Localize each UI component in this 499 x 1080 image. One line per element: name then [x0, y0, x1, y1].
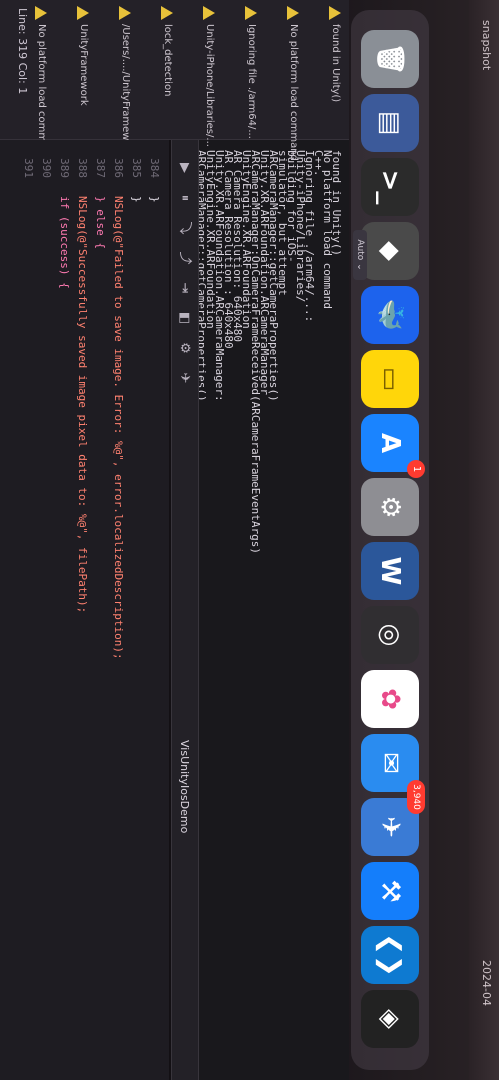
- warning-icon: [35, 6, 47, 20]
- code-line[interactable]: 386 NSLog(@"Failed to save image. Error:…: [109, 140, 125, 1080]
- line-number: 386: [112, 158, 125, 178]
- code-line[interactable]: 385 }: [127, 140, 143, 1080]
- warning-icon: [77, 6, 89, 20]
- warning-icon: [245, 6, 257, 20]
- warning-message[interactable]: Ignoring file ./arm64/...: [246, 24, 257, 139]
- line-number: 389: [58, 158, 71, 178]
- line-number: 384: [148, 158, 161, 178]
- warning-message[interactable]: found in Unity(): [330, 24, 341, 102]
- code-line[interactable]: 390: [37, 140, 53, 1080]
- unity-icon[interactable]: ◆: [361, 222, 419, 280]
- debug-control-icon[interactable]: ⇥: [176, 280, 192, 296]
- dock: 🗑 ▤ >_ ◆ 🐳 ▭ A ⚙ W ◎ ✿ ✉ ✈ ⚒ ❮❯ ◈ 1 3,940: [349, 10, 469, 1070]
- desktop-wallpaper-strip: snapshot 2024-04: [469, 0, 499, 1080]
- debug-toolbar: VisUnityIosDemo ▶ ⏸ ⤵ ⤴ ⇥ ◧ ⚙ ✈: [171, 140, 199, 1080]
- settings-icon[interactable]: ⚙: [361, 478, 419, 536]
- photos-icon[interactable]: ✿: [361, 670, 419, 728]
- debug-control-icon[interactable]: ◧: [176, 310, 192, 326]
- warning-message[interactable]: Unity-iPhone/Libraries/...: [204, 24, 215, 147]
- code-line[interactable]: 388 NSLog(@"Successfully saved image pix…: [73, 140, 89, 1080]
- code-line[interactable]: 387 } else {: [91, 140, 107, 1080]
- notification-badge: 3,940: [407, 780, 425, 814]
- code-editor[interactable]: 384} 385 } 386 NSLog(@"Failed to save imag…: [0, 140, 169, 1080]
- word-icon[interactable]: W: [361, 542, 419, 600]
- debug-console: found in Unity() No platform load command…: [195, 0, 349, 1080]
- debug-target-label[interactable]: VisUnityIosDemo: [178, 740, 191, 833]
- warning-message[interactable]: lock_detection: [162, 24, 173, 96]
- notification-badge: 1: [407, 460, 425, 478]
- wallpaper-label: 2024-04: [480, 960, 493, 1006]
- issue-navigator: found in Unity() No platform load command…: [0, 0, 349, 161]
- line-number: 385: [130, 158, 143, 178]
- line-number: 387: [94, 158, 107, 178]
- warning-icon: [287, 6, 299, 20]
- obs-icon[interactable]: ◎: [361, 606, 419, 664]
- debug-control-icon[interactable]: ⤴: [176, 250, 192, 266]
- terminal-icon[interactable]: >_: [361, 158, 419, 216]
- code-text: }: [148, 196, 161, 203]
- warning-message[interactable]: No platform load command: [288, 24, 299, 161]
- debug-control-icon[interactable]: ▶: [176, 160, 192, 176]
- warning-icon: [203, 6, 215, 20]
- preview-icon[interactable]: ▤: [361, 94, 419, 152]
- warning-message[interactable]: UnityFramework: [78, 24, 89, 106]
- cursor-position: Line: 319 Col: 1: [16, 8, 29, 95]
- code-text: if (success) {: [58, 196, 71, 289]
- unity-app-icon[interactable]: ◈: [361, 990, 419, 1048]
- code-line[interactable]: 389 if (success) {: [55, 140, 71, 1080]
- rotated-desktop: snapshot 2024-04 🗑 ▤ >_ ◆ 🐳 ▭ A ⚙ W ◎ ✿ ✉ ✈ ⚒ ❮❯ ◈ 1 3,94…: [0, 0, 499, 1080]
- code-line[interactable]: 384}: [145, 140, 161, 1080]
- line-number: 390: [40, 158, 53, 178]
- warning-icon: [161, 6, 173, 20]
- code-text: }: [130, 196, 143, 203]
- scheme-status-tab[interactable]: Auto ⌄: [353, 230, 367, 280]
- code-text: NSLog(@"Failed to save image. Error: %@"…: [112, 196, 125, 660]
- debug-control-icon[interactable]: ⏸: [176, 190, 192, 206]
- debug-control-icon[interactable]: ✈: [176, 370, 192, 386]
- trash-icon[interactable]: 🗑: [361, 30, 419, 88]
- debug-control-icon[interactable]: ⚙: [176, 340, 192, 356]
- code-text: NSLog(@"Successfully saved image pixel d…: [76, 196, 89, 614]
- xcode-icon[interactable]: ⚒: [361, 862, 419, 920]
- warning-icon: [329, 6, 341, 20]
- code-text: } else {: [94, 196, 107, 249]
- code-line[interactable]: 391: [19, 140, 35, 1080]
- line-number: 388: [76, 158, 89, 178]
- vscode-icon[interactable]: ❮❯: [361, 926, 419, 984]
- debug-control-icon[interactable]: ⤵: [176, 220, 192, 236]
- notes-icon[interactable]: ▭: [361, 350, 419, 408]
- wallpaper-label: snapshot: [480, 20, 493, 71]
- docker-icon[interactable]: 🐳: [361, 286, 419, 344]
- line-number: 391: [22, 158, 35, 178]
- screen: snapshot 2024-04 🗑 ▤ >_ ◆ 🐳 ▭ A ⚙ W ◎ ✿ ✉ ✈ ⚒ ❮❯ ◈ 1 3,94…: [0, 0, 499, 1080]
- warning-icon: [119, 6, 131, 20]
